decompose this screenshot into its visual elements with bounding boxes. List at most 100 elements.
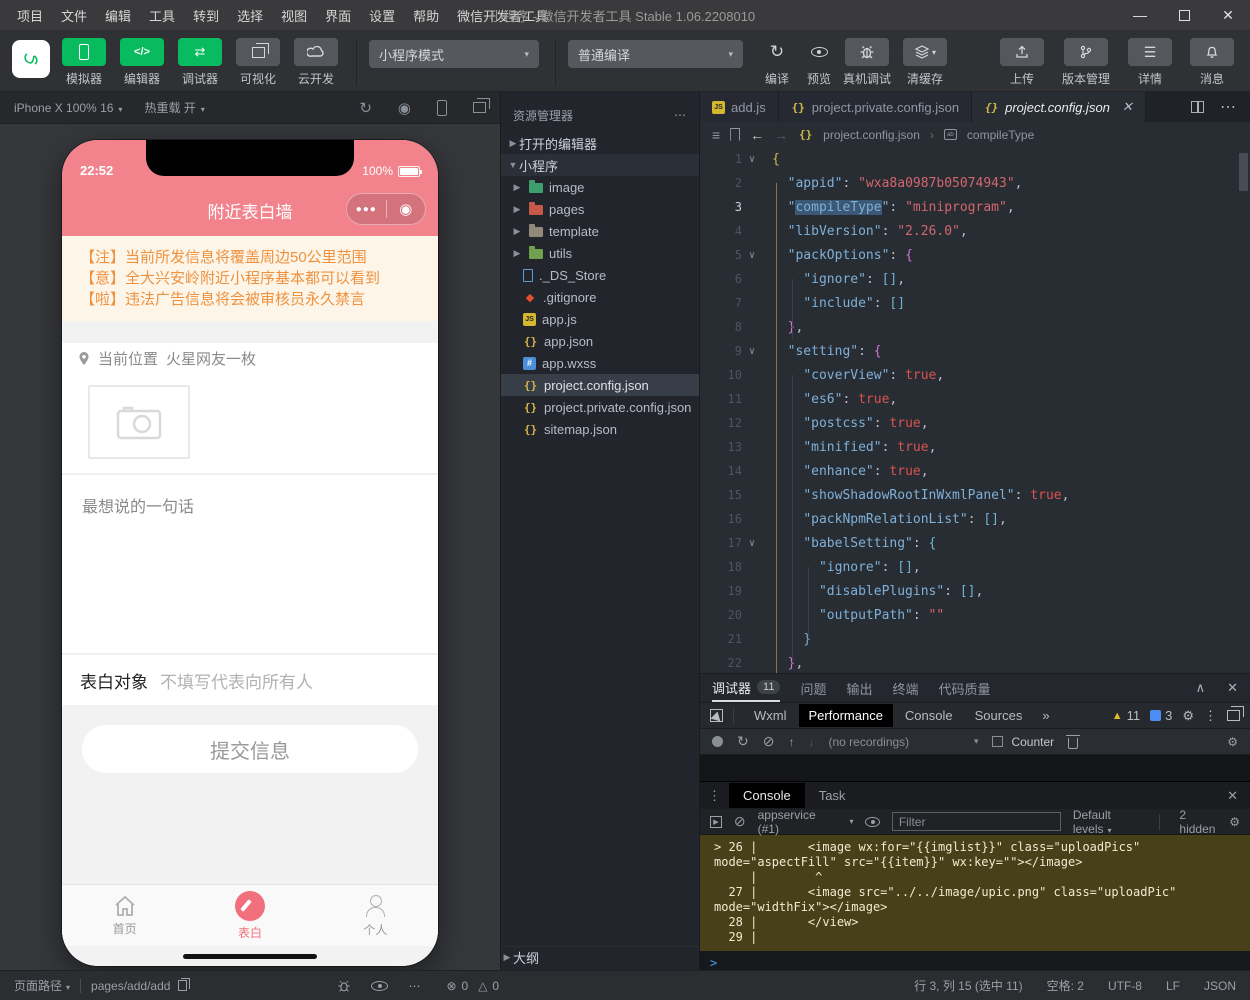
messages-button[interactable]: 消息: [1190, 38, 1234, 87]
code-editor[interactable]: 1∨{2 "appid": "wxa8a0987b05074943",3 "co…: [700, 147, 1250, 673]
explorer-more-icon[interactable]: ⋯: [674, 108, 687, 122]
breadcrumb-member[interactable]: compileType: [967, 128, 1034, 142]
more-icon[interactable]: ⋯: [408, 979, 420, 993]
exit-button[interactable]: ◉: [387, 200, 426, 218]
context-dropdown[interactable]: appservice (#1) ▾: [758, 808, 854, 836]
code-line-6[interactable]: 6 "ignore": [],: [700, 267, 1250, 291]
sidebar-toggle-icon[interactable]: ▶: [710, 816, 722, 828]
code-line-15[interactable]: 15 "showShadowRootInWxmlPanel": true,: [700, 483, 1250, 507]
tree-item-._DS_Store[interactable]: ._DS_Store: [501, 264, 699, 286]
upload-image-button[interactable]: [88, 385, 190, 459]
maximize-button[interactable]: [1162, 0, 1206, 30]
breadcrumb-file[interactable]: project.config.json: [823, 128, 920, 142]
trash-icon[interactable]: [1068, 738, 1078, 749]
code-line-18[interactable]: 18 "ignore": [],: [700, 555, 1250, 579]
details-button[interactable]: ☰ 详情: [1128, 38, 1172, 87]
clear-console-icon[interactable]: ⊘: [734, 813, 746, 830]
code-line-12[interactable]: 12 "postcss": true,: [700, 411, 1250, 435]
outline-section[interactable]: ▶ 大纲: [501, 946, 699, 968]
tree-item-project.config.json[interactable]: {}project.config.json: [501, 374, 699, 396]
bug-icon[interactable]: [337, 979, 351, 993]
eol-setting[interactable]: LF: [1166, 979, 1180, 993]
tab-home[interactable]: 首页: [62, 885, 187, 946]
editor-toggle[interactable]: </> 编辑器: [118, 38, 166, 87]
menu-视图[interactable]: 视图: [272, 0, 316, 30]
load-profile-icon[interactable]: ↑: [788, 735, 794, 749]
debugger-tab-输出[interactable]: 输出: [846, 674, 872, 702]
device-debug-button[interactable]: 真机调试: [843, 38, 891, 87]
detach-window-icon[interactable]: [473, 102, 486, 113]
menu-文件[interactable]: 文件: [52, 0, 96, 30]
console-close-icon[interactable]: ✕: [1215, 788, 1250, 804]
cursor-position[interactable]: 行 3, 列 15 (选中 11): [914, 977, 1022, 994]
simulator-toggle[interactable]: 模拟器: [60, 38, 108, 87]
encoding[interactable]: UTF-8: [1108, 979, 1142, 993]
rotate-device-icon[interactable]: [437, 100, 447, 116]
miniprogram-avatar[interactable]: [12, 40, 50, 78]
message-textarea[interactable]: 最想说的一句话: [62, 475, 438, 653]
tree-item-image[interactable]: ▶image: [501, 176, 699, 198]
forward-arrow-icon[interactable]: →: [774, 127, 788, 143]
inspect-element-icon[interactable]: [710, 709, 723, 722]
device-selector[interactable]: iPhone X 100% 16▾: [14, 101, 122, 115]
fold-icon[interactable]: ∨: [742, 250, 762, 261]
copy-path-icon[interactable]: [178, 980, 187, 991]
warning-triangle-icon[interactable]: ▲: [1112, 710, 1123, 722]
editor-tab-project.config.json[interactable]: {}project.config.json✕: [972, 92, 1146, 122]
code-line-1[interactable]: 1∨{: [700, 147, 1250, 171]
filter-input[interactable]: [892, 812, 1061, 831]
minimize-button[interactable]: —: [1118, 0, 1162, 30]
code-line-14[interactable]: 14 "enhance": true,: [700, 459, 1250, 483]
project-root-section[interactable]: ▼ 小程序: [501, 154, 699, 176]
code-line-7[interactable]: 7 "include": []: [700, 291, 1250, 315]
hot-reload-toggle[interactable]: 热重载 开▾: [144, 99, 204, 116]
code-line-21[interactable]: 21 }: [700, 627, 1250, 651]
cloud-dev-toggle[interactable]: 云开发: [292, 38, 340, 87]
outline-list-icon[interactable]: ≡: [712, 127, 720, 143]
version-control-button[interactable]: 版本管理: [1062, 38, 1110, 87]
code-line-16[interactable]: 16 "packNpmRelationList": [],: [700, 507, 1250, 531]
code-line-19[interactable]: 19 "disablePlugins": [],: [700, 579, 1250, 603]
tree-item-utils[interactable]: ▶utils: [501, 242, 699, 264]
target-row[interactable]: 表白对象 不填写代表向所有人: [62, 655, 438, 705]
tree-item-app.wxss[interactable]: #app.wxss: [501, 352, 699, 374]
devtools-tab-Sources[interactable]: Sources: [965, 704, 1033, 727]
code-line-8[interactable]: 8 },: [700, 315, 1250, 339]
code-line-9[interactable]: 9∨ "setting": {: [700, 339, 1250, 363]
tree-item-project.private.config.json[interactable]: {}project.private.config.json: [501, 396, 699, 418]
record-icon[interactable]: ◉: [398, 99, 411, 117]
code-line-13[interactable]: 13 "minified": true,: [700, 435, 1250, 459]
visualization-toggle[interactable]: 可视化: [234, 38, 282, 87]
code-line-5[interactable]: 5∨ "packOptions": {: [700, 243, 1250, 267]
close-panel-icon[interactable]: ✕: [1227, 680, 1238, 696]
code-line-4[interactable]: 4 "libVersion": "2.26.0",: [700, 219, 1250, 243]
preview-button[interactable]: 预览: [801, 38, 837, 87]
counter-checkbox[interactable]: [992, 736, 1003, 747]
close-button[interactable]: ✕: [1206, 0, 1250, 30]
submit-button[interactable]: 提交信息: [82, 725, 418, 773]
refresh-simulator-icon[interactable]: ↻: [359, 99, 372, 117]
fold-icon[interactable]: ∨: [742, 346, 762, 357]
mode-dropdown[interactable]: 小程序模式▾: [369, 40, 539, 68]
code-line-17[interactable]: 17∨ "babelSetting": {: [700, 531, 1250, 555]
tree-item-template[interactable]: ▶template: [501, 220, 699, 242]
more-actions-icon[interactable]: ⋯: [1220, 97, 1236, 117]
fold-icon[interactable]: ∨: [742, 154, 762, 165]
devtools-tab-Console[interactable]: Console: [895, 704, 963, 727]
menu-设置[interactable]: 设置: [360, 0, 404, 30]
code-line-22[interactable]: 22 },: [700, 651, 1250, 673]
perf-settings-icon[interactable]: ⚙: [1227, 735, 1238, 749]
code-line-10[interactable]: 10 "coverView": true,: [700, 363, 1250, 387]
close-tab-icon[interactable]: ✕: [1122, 99, 1133, 115]
devtools-tab-Performance[interactable]: Performance: [799, 704, 893, 727]
recordings-dropdown[interactable]: (no recordings) ▾: [828, 735, 978, 749]
menu-转到[interactable]: 转到: [184, 0, 228, 30]
tree-item-sitemap.json[interactable]: {}sitemap.json: [501, 418, 699, 440]
location-row[interactable]: 当前位置 火星网友一枚: [62, 343, 438, 373]
tree-item-app.js[interactable]: JSapp.js: [501, 308, 699, 330]
more-menu-button[interactable]: ●●●: [347, 204, 386, 215]
levels-dropdown[interactable]: Default levels▾: [1073, 808, 1139, 836]
console-warning-block[interactable]: > 26 | <image wx:for="{{imglist}}" class…: [700, 835, 1250, 951]
console-tab-Console[interactable]: Console: [729, 783, 805, 808]
problems-summary[interactable]: ⊗0 △0: [446, 979, 499, 993]
